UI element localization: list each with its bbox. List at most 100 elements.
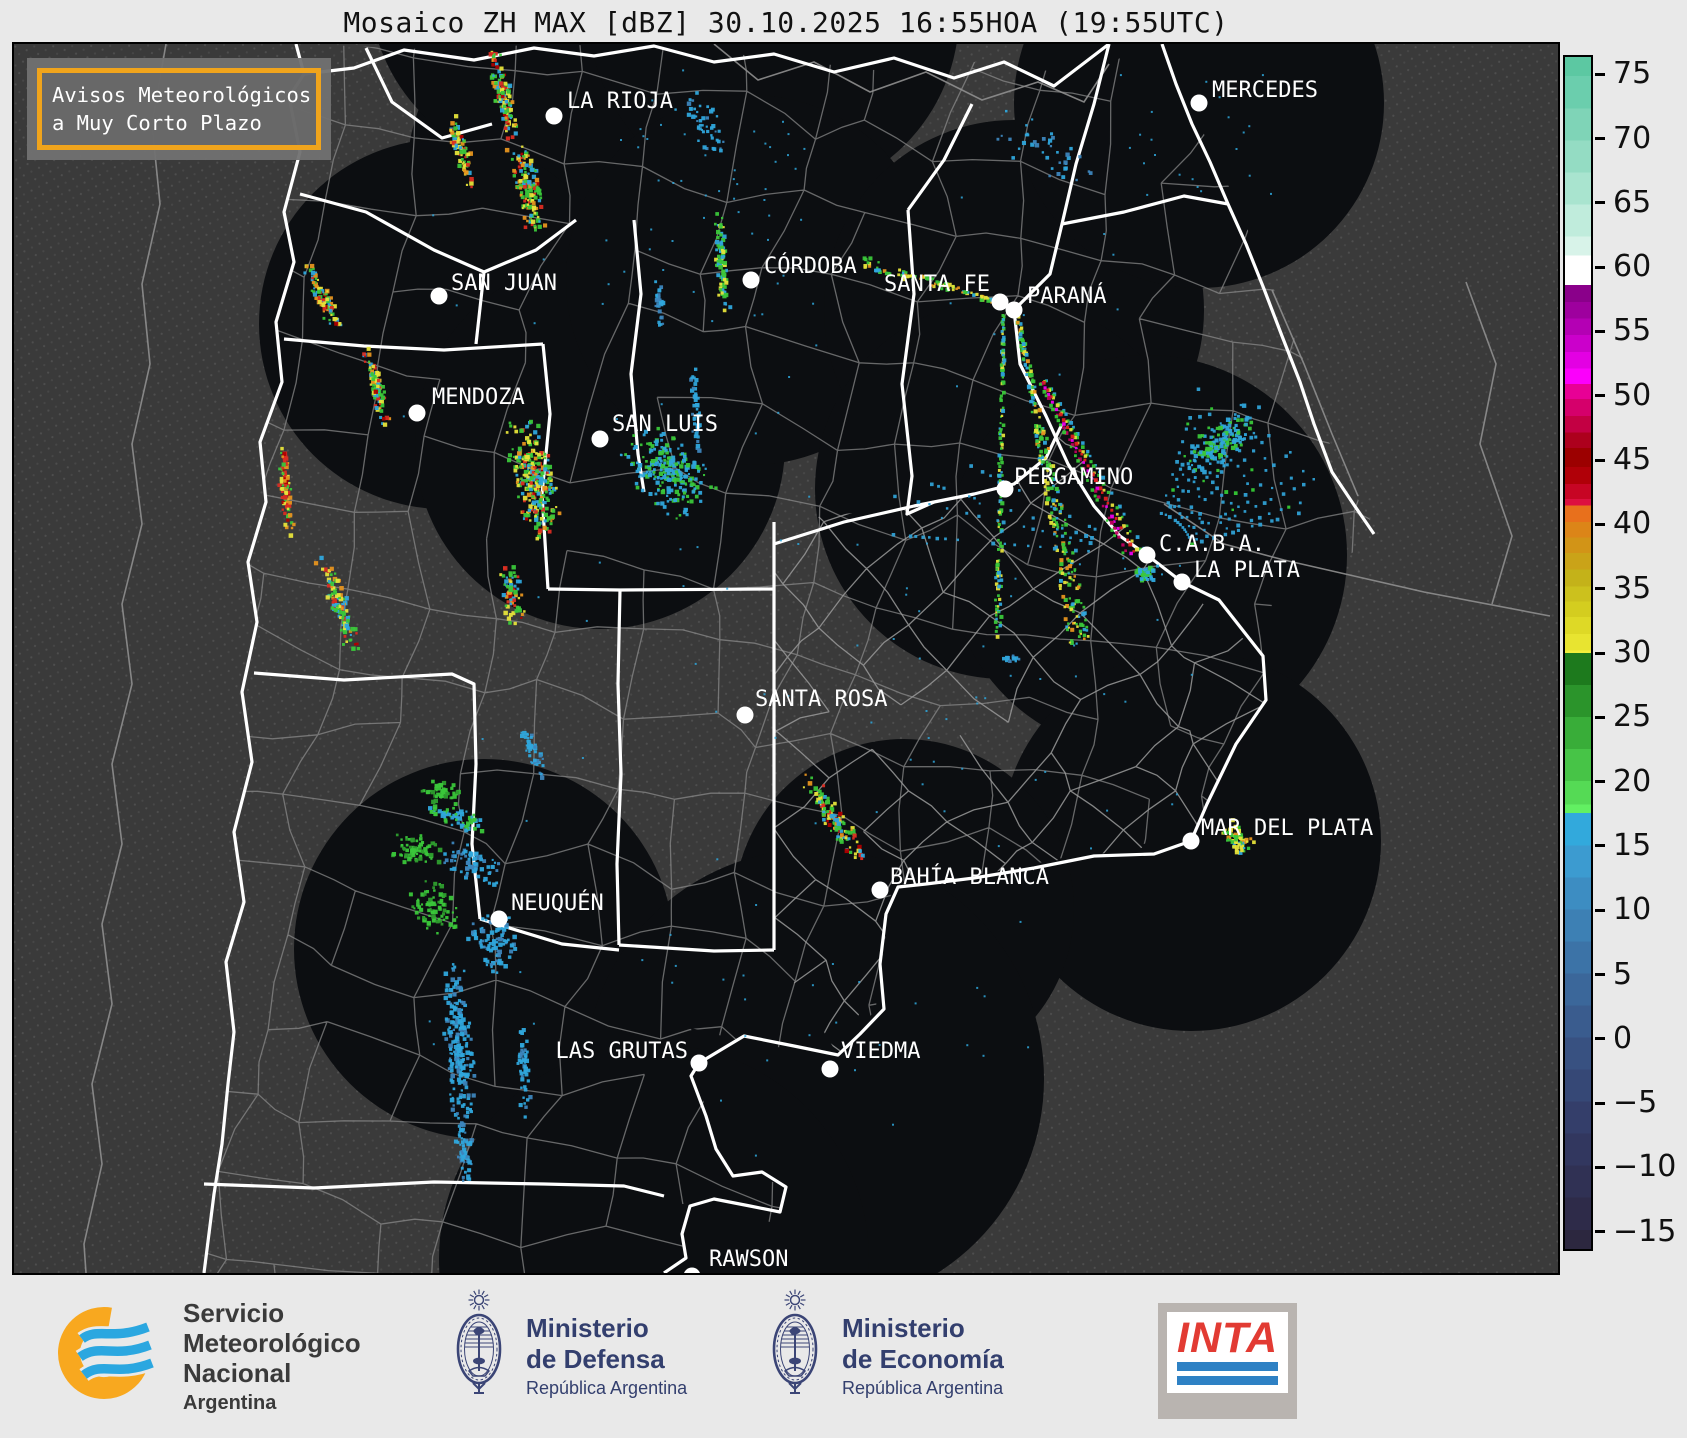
defensa-title2: de Defensa bbox=[526, 1344, 665, 1374]
city-label-c-a-b-a-: C.A.B.A. bbox=[1159, 532, 1265, 557]
colorbar-tick bbox=[1595, 908, 1605, 912]
economia-title1: Ministerio bbox=[842, 1313, 965, 1343]
colorbar-tick bbox=[1595, 973, 1605, 976]
colorbar-tick bbox=[1595, 651, 1605, 655]
city-label-las-grutas: LAS GRUTAS bbox=[556, 1039, 688, 1064]
colorbar-label: 10 bbox=[1613, 892, 1652, 928]
city-dot-neuqu-n bbox=[490, 910, 508, 928]
colorbar-tick bbox=[1595, 715, 1605, 719]
colorbar-label: 60 bbox=[1613, 248, 1652, 284]
colorbar-label: −5 bbox=[1613, 1084, 1658, 1120]
colorbar-label: −15 bbox=[1613, 1213, 1677, 1249]
city-dot-las-grutas bbox=[690, 1054, 708, 1072]
colorbar-label: 75 bbox=[1613, 56, 1652, 92]
colorbar-label: 30 bbox=[1613, 634, 1652, 670]
colorbar-label: 5 bbox=[1613, 956, 1633, 992]
city-dot-mendoza bbox=[408, 404, 426, 422]
smn-logo-text: Servicio Meteorológico Nacional Argentin… bbox=[183, 1298, 361, 1416]
colorbar-tick bbox=[1595, 780, 1605, 784]
city-dot-mercedes bbox=[1190, 94, 1208, 112]
city-label-santa-fe: SANTA FE bbox=[884, 272, 990, 297]
colorbar-tick bbox=[1595, 1165, 1605, 1169]
city-dot-c-rdoba bbox=[742, 271, 760, 289]
colorbar-label: 55 bbox=[1613, 313, 1652, 349]
defensa-title1: Ministerio bbox=[526, 1313, 649, 1343]
colorbar-tick bbox=[1595, 587, 1605, 591]
city-label-neuqu-n: NEUQUÉN bbox=[511, 890, 604, 916]
city-label-rawson: RAWSON bbox=[709, 1247, 788, 1272]
smn-sub: Argentina bbox=[183, 1392, 277, 1414]
city-label-viedma: VIEDMA bbox=[841, 1039, 920, 1064]
city-dot-pergamino bbox=[996, 480, 1014, 498]
colorbar-tick bbox=[1595, 137, 1605, 141]
city-dot-san-juan bbox=[430, 287, 448, 305]
city-dot-mar-del-plata bbox=[1182, 832, 1200, 850]
smn-line2: Meteorológico bbox=[183, 1328, 361, 1358]
inta-label: INTA bbox=[1177, 1314, 1279, 1362]
colorbar-label: 45 bbox=[1613, 441, 1652, 477]
city-dot-paran- bbox=[1005, 301, 1023, 319]
economia-sub: República Argentina bbox=[842, 1378, 1004, 1398]
colorbar-label: 35 bbox=[1613, 570, 1652, 606]
colorbar-tick bbox=[1595, 844, 1605, 848]
city-label-pergamino: PERGAMINO bbox=[1014, 465, 1133, 490]
city-label-mercedes: MERCEDES bbox=[1212, 78, 1318, 103]
inta-stripe-2 bbox=[1177, 1376, 1279, 1385]
city-dot-viedma bbox=[821, 1060, 839, 1078]
smn-logo-icon bbox=[58, 1307, 155, 1399]
colorbar-tick bbox=[1595, 394, 1605, 398]
warning-line2: a Muy Corto Plazo bbox=[52, 111, 262, 135]
inta-stripe-1 bbox=[1177, 1362, 1279, 1371]
colorbar-tick bbox=[1595, 1037, 1605, 1041]
colorbar-tick bbox=[1595, 1230, 1605, 1234]
city-label-bah-a-blanca: BAHÍA BLANCA bbox=[890, 864, 1049, 890]
colorbar-label: 0 bbox=[1613, 1020, 1633, 1056]
colorbar-tick bbox=[1595, 458, 1605, 462]
city-label-mendoza: MENDOZA bbox=[432, 385, 525, 410]
warning-line1: Avisos Meteorológicos bbox=[52, 83, 312, 107]
colorbar-label: 25 bbox=[1613, 699, 1652, 735]
colorbar-label: 70 bbox=[1613, 120, 1652, 156]
city-label-san-juan: SAN JUAN bbox=[451, 271, 557, 296]
footer: Servicio Meteorológico Nacional Argentin… bbox=[0, 1277, 1687, 1438]
reflectivity-colorbar bbox=[1563, 55, 1593, 1251]
page-title: Mosaico ZH MAX [dBZ] 30.10.2025 16:55HOA… bbox=[343, 6, 1229, 39]
smn-line1: Servicio bbox=[183, 1298, 285, 1328]
colorbar-tick bbox=[1595, 329, 1605, 333]
colorbar-label: 20 bbox=[1613, 763, 1652, 799]
colorbar-tick bbox=[1595, 201, 1605, 205]
radar-mosaic-page: { "title": "Mosaico ZH MAX [dBZ] 30.10.2… bbox=[0, 0, 1687, 1438]
colorbar-tick bbox=[1595, 265, 1605, 269]
city-label-la-rioja: LA RIOJA bbox=[567, 89, 673, 114]
city-label-mar-del-plata: MAR DEL PLATA bbox=[1201, 816, 1373, 841]
radar-map: LA RIOJA MERCEDES SAN JUAN CÓRDOBA SANTA FE P… bbox=[12, 42, 1560, 1275]
defensa-logo-text: Ministerio de Defensa República Argentin… bbox=[526, 1313, 687, 1400]
colorbar-label: 40 bbox=[1613, 506, 1652, 542]
warning-box: Avisos Meteorológicos a Muy Corto Plazo bbox=[27, 58, 331, 160]
smn-line3: Nacional bbox=[183, 1358, 292, 1388]
colorbar-label: 50 bbox=[1613, 377, 1652, 413]
city-dot-santa-rosa bbox=[736, 706, 754, 724]
defensa-coat-of-arms-icon bbox=[456, 1289, 502, 1394]
inta-logo: INTA bbox=[1158, 1303, 1298, 1419]
city-label-paran-: PARANÁ bbox=[1027, 283, 1106, 309]
radar-map-canvas: LA RIOJA MERCEDES SAN JUAN CÓRDOBA SANTA FE P… bbox=[14, 44, 1558, 1273]
colorbar-tick bbox=[1595, 1101, 1605, 1105]
colorbar-tick bbox=[1595, 522, 1605, 526]
city-label-san-luis: SAN LUIS bbox=[612, 412, 718, 437]
city-dot-la-rioja bbox=[545, 107, 563, 125]
economia-logo-text: Ministerio de Economía República Argenti… bbox=[842, 1313, 1004, 1400]
economia-title2: de Economía bbox=[842, 1344, 1004, 1374]
colorbar-label: 65 bbox=[1613, 184, 1652, 220]
city-label-la-plata: LA PLATA bbox=[1194, 558, 1300, 583]
city-label-santa-rosa: SANTA ROSA bbox=[755, 687, 887, 712]
city-dot-c-a-b-a- bbox=[1138, 546, 1156, 564]
city-dot-san-luis bbox=[591, 430, 609, 448]
colorbar-label: −10 bbox=[1613, 1149, 1677, 1185]
economia-coat-of-arms-icon bbox=[772, 1289, 818, 1394]
colorbar-label: 15 bbox=[1613, 827, 1652, 863]
warning-text: Avisos Meteorológicos a Muy Corto Plazo bbox=[37, 68, 321, 150]
city-label-c-rdoba: CÓRDOBA bbox=[764, 253, 857, 279]
city-dot-bah-a-blanca bbox=[871, 881, 889, 899]
colorbar-tick bbox=[1595, 72, 1605, 76]
